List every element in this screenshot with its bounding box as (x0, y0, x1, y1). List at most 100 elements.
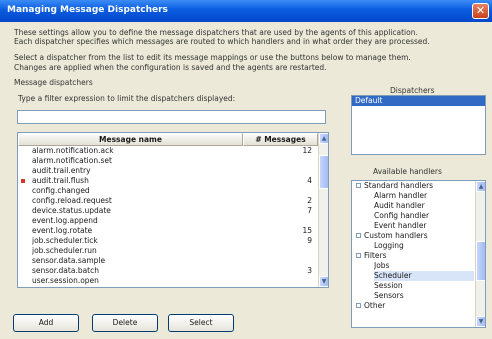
tree-node[interactable]: Session (352, 281, 476, 291)
list-row[interactable]: audit.trail.flush 4 (18, 176, 318, 186)
list-row[interactable]: job.scheduler.tick 9 (18, 236, 318, 246)
error-marker-icon (21, 179, 25, 183)
tree-node[interactable]: Sensors (352, 291, 476, 301)
tree-node-label: Standard handlers (364, 181, 434, 190)
add-button[interactable]: Add (13, 314, 79, 332)
select-button[interactable]: Select (168, 314, 234, 332)
tree-node[interactable]: Jobs (352, 261, 476, 271)
list-row[interactable]: config.changed (18, 186, 318, 196)
dispatchers-label: Dispatchers (390, 86, 435, 95)
tree-node[interactable]: Audit handler (352, 201, 476, 211)
tree-node[interactable]: Config handler (352, 211, 476, 221)
tree-node-label: Alarm handler (374, 191, 428, 200)
handler-tree[interactable]: Standard handlers Alarm handler Audit hand… (351, 180, 486, 328)
tree-node[interactable]: Standard handlers (352, 181, 476, 191)
row-message-name: device.status.update (32, 206, 111, 215)
row-message-count: 3 (307, 266, 312, 275)
expand-icon[interactable] (356, 303, 361, 308)
delete-button[interactable]: Delete (92, 314, 158, 332)
tree-scrollbar[interactable]: ▲ ▼ (475, 181, 485, 327)
dialog-window: Managing Message Dispatchers ✕ These set… (0, 0, 492, 339)
list-row[interactable]: alarm.notification.set (18, 156, 318, 166)
row-message-name: sensor.data.batch (32, 266, 100, 275)
tree-node[interactable]: Custom handlers (352, 231, 476, 241)
list-row[interactable]: job.scheduler.run (18, 246, 318, 256)
expand-icon[interactable] (356, 253, 361, 258)
tree-body: Standard handlers Alarm handler Audit hand… (352, 181, 476, 327)
description-line: Each dispatcher specifies which messages… (14, 37, 430, 46)
row-message-name: config.reload.request (32, 196, 112, 205)
scroll-thumb[interactable] (319, 155, 328, 189)
tree-node[interactable]: Event handler (352, 221, 476, 231)
tree-node-label: Other (364, 301, 386, 310)
row-message-name: alarm.notification.ack (32, 146, 114, 155)
tree-node-label: Logging (374, 241, 404, 250)
scroll-up-icon[interactable]: ▲ (319, 133, 328, 144)
row-message-name: sensor.data.sample (32, 256, 106, 265)
list-body: alarm.notification.ack 12 alarm.notificati… (18, 146, 318, 287)
tree-node[interactable]: Scheduler (352, 271, 476, 281)
row-message-count: 2 (307, 196, 312, 205)
row-message-count: 12 (302, 146, 312, 155)
section-label: Message dispatchers (14, 78, 93, 87)
tree-node-label: Sensors (374, 291, 404, 300)
description-line: These settings allow you to define the m… (14, 28, 418, 37)
row-message-name: job.scheduler.tick (32, 236, 98, 245)
row-message-name: alarm.notification.set (32, 156, 112, 165)
column-header-count[interactable]: # Messages (243, 133, 318, 146)
dispatcher-list[interactable]: Default (351, 95, 486, 155)
row-message-name: event.log.rotate (32, 226, 93, 235)
row-message-count: 9 (307, 236, 312, 245)
list-row[interactable]: user.session.open (18, 276, 318, 286)
list-row[interactable]: config.reload.request 2 (18, 196, 318, 206)
row-message-name: job.scheduler.run (32, 246, 97, 255)
list-row[interactable]: sensor.data.batch 3 (18, 266, 318, 276)
row-message-name: event.log.append (32, 216, 98, 225)
list-row[interactable]: audit.trail.entry (18, 166, 318, 176)
list-scrollbar[interactable]: ▲ ▼ (318, 133, 328, 287)
list-row[interactable]: event.log.rotate 15 (18, 226, 318, 236)
tree-node-label: Config handler (374, 211, 430, 220)
tree-node-label: Event handler (374, 221, 427, 230)
column-header-name[interactable]: Message name (18, 133, 243, 146)
close-icon: ✕ (475, 4, 486, 17)
row-message-count: 7 (307, 206, 312, 215)
dispatcher-item-selected[interactable]: Default (352, 96, 485, 106)
message-list[interactable]: Message name # Messages alarm.notificati… (17, 132, 329, 288)
row-message-count: 15 (302, 226, 312, 235)
description-line: Changes are applied when the configurati… (14, 63, 327, 72)
scroll-down-icon[interactable]: ▼ (319, 276, 328, 287)
list-header: Message name # Messages (18, 133, 318, 146)
scroll-thumb[interactable] (476, 241, 485, 281)
handlers-label: Available handlers (373, 167, 442, 176)
scroll-down-icon[interactable]: ▼ (476, 316, 485, 327)
tree-node[interactable]: Alarm handler (352, 191, 476, 201)
filter-hint: Type a filter expression to limit the di… (18, 94, 236, 103)
tree-node[interactable]: Logging (352, 241, 476, 251)
tree-node-label: Jobs (374, 261, 390, 270)
tree-node[interactable]: Other (352, 301, 476, 311)
tree-node-label: Scheduler (374, 271, 474, 281)
list-row[interactable]: device.status.update 7 (18, 206, 318, 216)
row-message-name: config.changed (32, 186, 90, 195)
list-row[interactable]: alarm.notification.ack 12 (18, 146, 318, 156)
list-row[interactable]: sensor.data.sample (18, 256, 318, 266)
row-message-count: 4 (307, 176, 312, 185)
row-message-name: audit.trail.flush (32, 176, 89, 185)
row-message-name: audit.trail.entry (32, 166, 91, 175)
close-button[interactable]: ✕ (472, 3, 489, 19)
tree-node-label: Session (374, 281, 403, 290)
tree-node-label: Filters (364, 251, 387, 260)
window-title: Managing Message Dispatchers (7, 5, 168, 15)
tree-node[interactable]: Filters (352, 251, 476, 261)
row-message-name: user.session.open (32, 276, 99, 285)
title-bar[interactable]: Managing Message Dispatchers ✕ (0, 0, 492, 22)
scroll-up-icon[interactable]: ▲ (476, 181, 485, 192)
filter-input[interactable] (17, 110, 326, 124)
expand-icon[interactable] (356, 183, 361, 188)
description-line: Select a dispatcher from the list to edi… (14, 53, 411, 62)
tree-node-label: Custom handlers (364, 231, 428, 240)
list-row[interactable]: event.log.append (18, 216, 318, 226)
tree-node-label: Audit handler (374, 201, 425, 210)
expand-icon[interactable] (356, 233, 361, 238)
